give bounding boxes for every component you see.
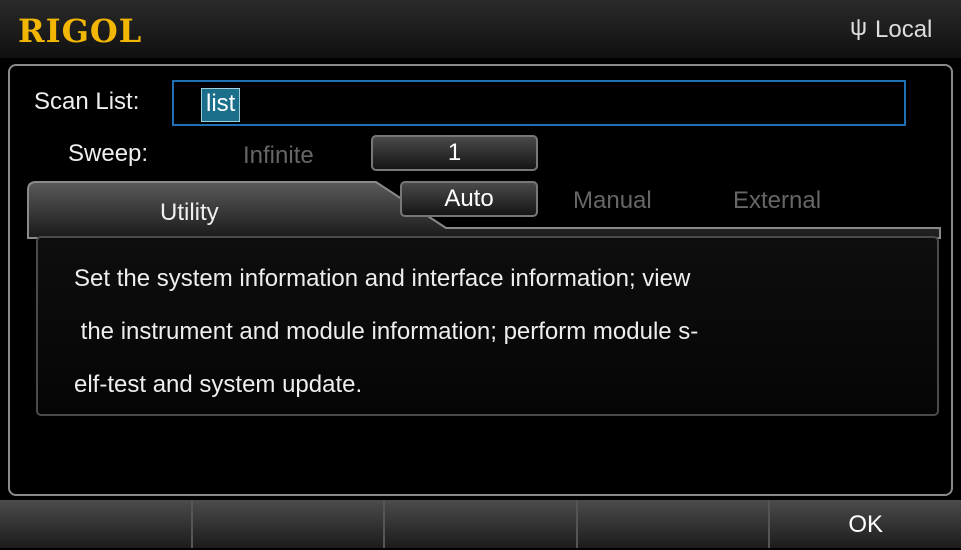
usb-icon: ψ (850, 14, 868, 41)
trigger-auto-button[interactable]: Auto (400, 181, 538, 217)
help-description-text: Set the system information and interface… (74, 252, 924, 411)
remote-status-local: Local (875, 16, 933, 43)
trigger-manual-option[interactable]: Manual (573, 187, 652, 215)
description-line: elf-test and system update. (74, 371, 363, 398)
trigger-external-option[interactable]: External (733, 187, 821, 215)
title-bar: RIGOL ψ Local (0, 0, 961, 58)
description-line: Set the system information and interface… (74, 265, 691, 292)
softkey-2[interactable] (192, 500, 386, 548)
softkey-1[interactable] (0, 500, 193, 548)
ok-button[interactable]: OK (770, 500, 961, 548)
sweep-infinite-option[interactable]: Infinite (243, 142, 314, 170)
scan-list-value[interactable]: list (201, 88, 241, 122)
softkey-bar: OK (0, 500, 961, 548)
scan-list-value-text: list (206, 90, 236, 117)
description-line: the instrument and module information; p… (74, 318, 699, 345)
sweep-label: Sweep: (68, 140, 149, 167)
softkey-3[interactable] (385, 500, 578, 548)
rigol-logo: RIGOL (18, 12, 143, 50)
tab-utility[interactable]: Utility (160, 199, 219, 227)
softkey-4[interactable] (577, 500, 771, 548)
sweep-count-button[interactable]: 1 (371, 135, 538, 171)
scan-list-input[interactable]: list (172, 80, 906, 126)
help-description-box: Set the system information and interface… (36, 236, 939, 416)
scan-list-label: Scan List: (34, 88, 140, 115)
